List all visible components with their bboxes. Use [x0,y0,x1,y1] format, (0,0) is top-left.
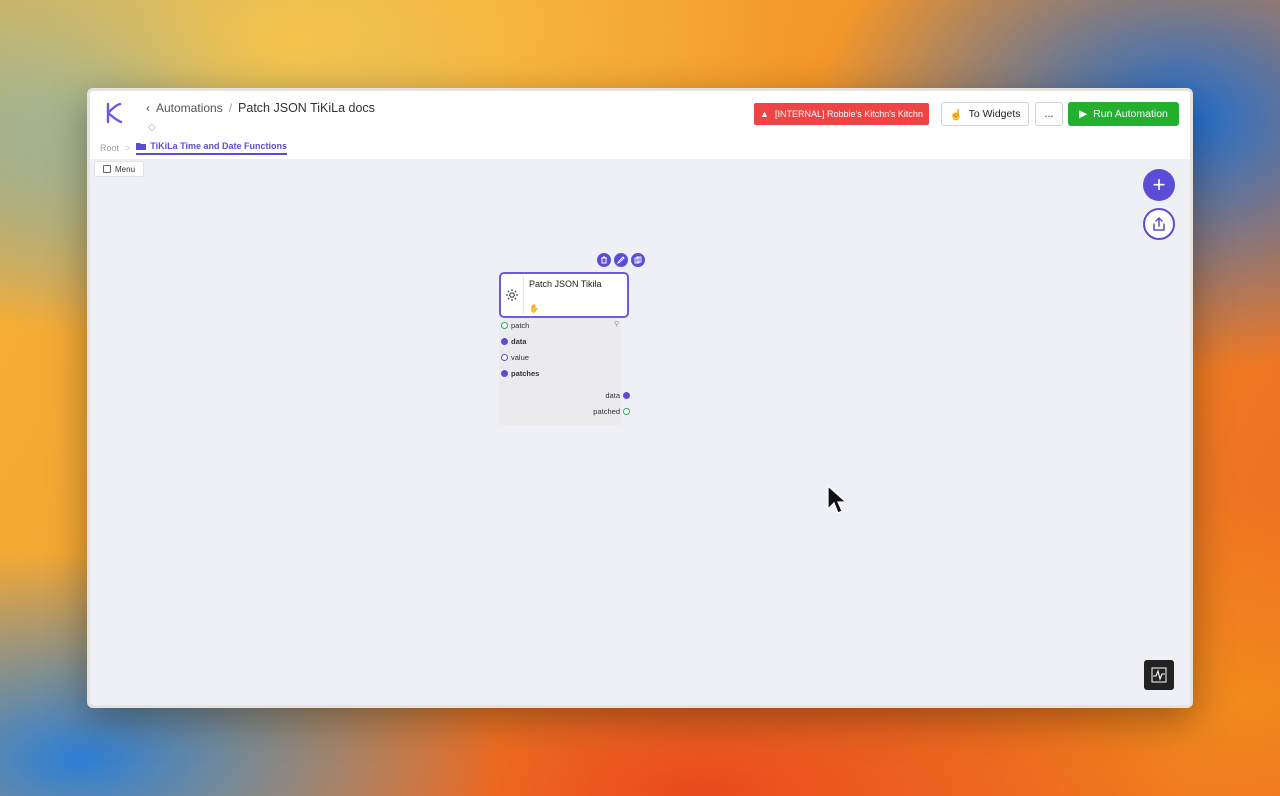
node-ports: patch ⚲ data value patches data patched [499,319,630,425]
breadcrumb-separator: > [125,143,131,153]
page-title[interactable]: Patch JSON TiKiLa docs [238,101,375,115]
output-port-data[interactable]: data [605,391,630,400]
node-toolbar [597,253,645,267]
port-dot[interactable] [501,370,508,377]
activity-icon [1151,667,1167,683]
breadcrumb: ‹ Automations / Patch JSON TiKiLa docs [146,101,375,115]
port-label: value [511,353,529,362]
input-port-value[interactable]: value [501,353,529,362]
folder-breadcrumb: Root > TiKiLa Time and Date Functions [90,137,1190,159]
mouse-cursor-icon [827,485,847,514]
port-dot[interactable] [623,408,630,415]
run-automation-button[interactable]: ▶ Run Automation [1068,102,1179,126]
warning-icon: ▲ [760,109,769,119]
workspace-warning-label: [INTERNAL] Robbie's Kitchn's Kitchn [774,109,923,119]
duplicate-node-button[interactable] [631,253,645,267]
port-dot[interactable] [501,338,508,345]
automation-node[interactable]: Patch JSON Tikila ✋ [499,272,629,318]
port-dot[interactable] [501,354,508,361]
plus-icon: + [1152,172,1166,197]
node-title: Patch JSON Tikila [529,279,602,289]
port-label: patches [511,369,540,378]
gear-icon [506,289,518,301]
breadcrumb-automations-link[interactable]: Automations [156,101,223,115]
pointer-hand-icon: ☝ [949,108,963,121]
trash-icon [601,256,607,264]
play-icon: ▶ [1079,108,1088,120]
app-logo-icon[interactable] [100,99,128,127]
delete-node-button[interactable] [597,253,611,267]
port-label: data [511,337,527,346]
search-icon[interactable]: ⚲ [614,320,619,328]
pencil-icon [617,256,625,264]
input-port-patches[interactable]: patches [501,369,539,378]
export-button[interactable] [1143,208,1175,240]
activity-monitor-button[interactable] [1144,660,1174,690]
output-port-patched[interactable]: patched [593,407,630,416]
run-automation-label: Run Automation [1093,108,1168,120]
breadcrumb-separator: / [228,101,233,115]
top-bar: ‹ Automations / Patch JSON TiKiLa docs ◇… [90,91,1190,138]
port-dot[interactable] [623,392,630,399]
app-window: ‹ Automations / Patch JSON TiKiLa docs ◇… [87,88,1193,708]
folder-icon [136,143,147,150]
active-folder-label: TiKiLa Time and Date Functions [150,141,287,151]
menu-button[interactable]: Menu [94,161,145,177]
copy-icon [634,256,642,264]
input-port-patch[interactable]: patch [501,321,529,330]
port-dot[interactable] [501,322,508,329]
share-icon [1153,217,1165,231]
breadcrumb-root-link[interactable]: Root [100,143,119,153]
edit-node-button[interactable] [614,253,628,267]
port-label: data [605,391,620,400]
node-divider [523,276,524,314]
breadcrumb-active-folder[interactable]: TiKiLa Time and Date Functions [136,141,287,155]
port-label: patched [593,407,620,416]
chevron-left-icon[interactable]: ‹ [146,101,150,115]
hand-emoji-icon: ✋ [529,304,539,313]
port-label: patch [511,321,530,330]
more-options-button[interactable]: ... [1035,102,1063,126]
workspace-warning-button[interactable]: ▲ [INTERNAL] Robbie's Kitchn's Kitchn [754,103,929,125]
tag-icon[interactable]: ◇ [148,122,156,133]
menu-label: Menu [115,164,136,174]
menu-icon [103,165,111,173]
input-port-data[interactable]: data [501,337,526,346]
to-widgets-label: To Widgets [968,108,1021,120]
add-node-button[interactable]: + [1143,169,1175,201]
to-widgets-button[interactable]: ☝ To Widgets [941,102,1029,126]
